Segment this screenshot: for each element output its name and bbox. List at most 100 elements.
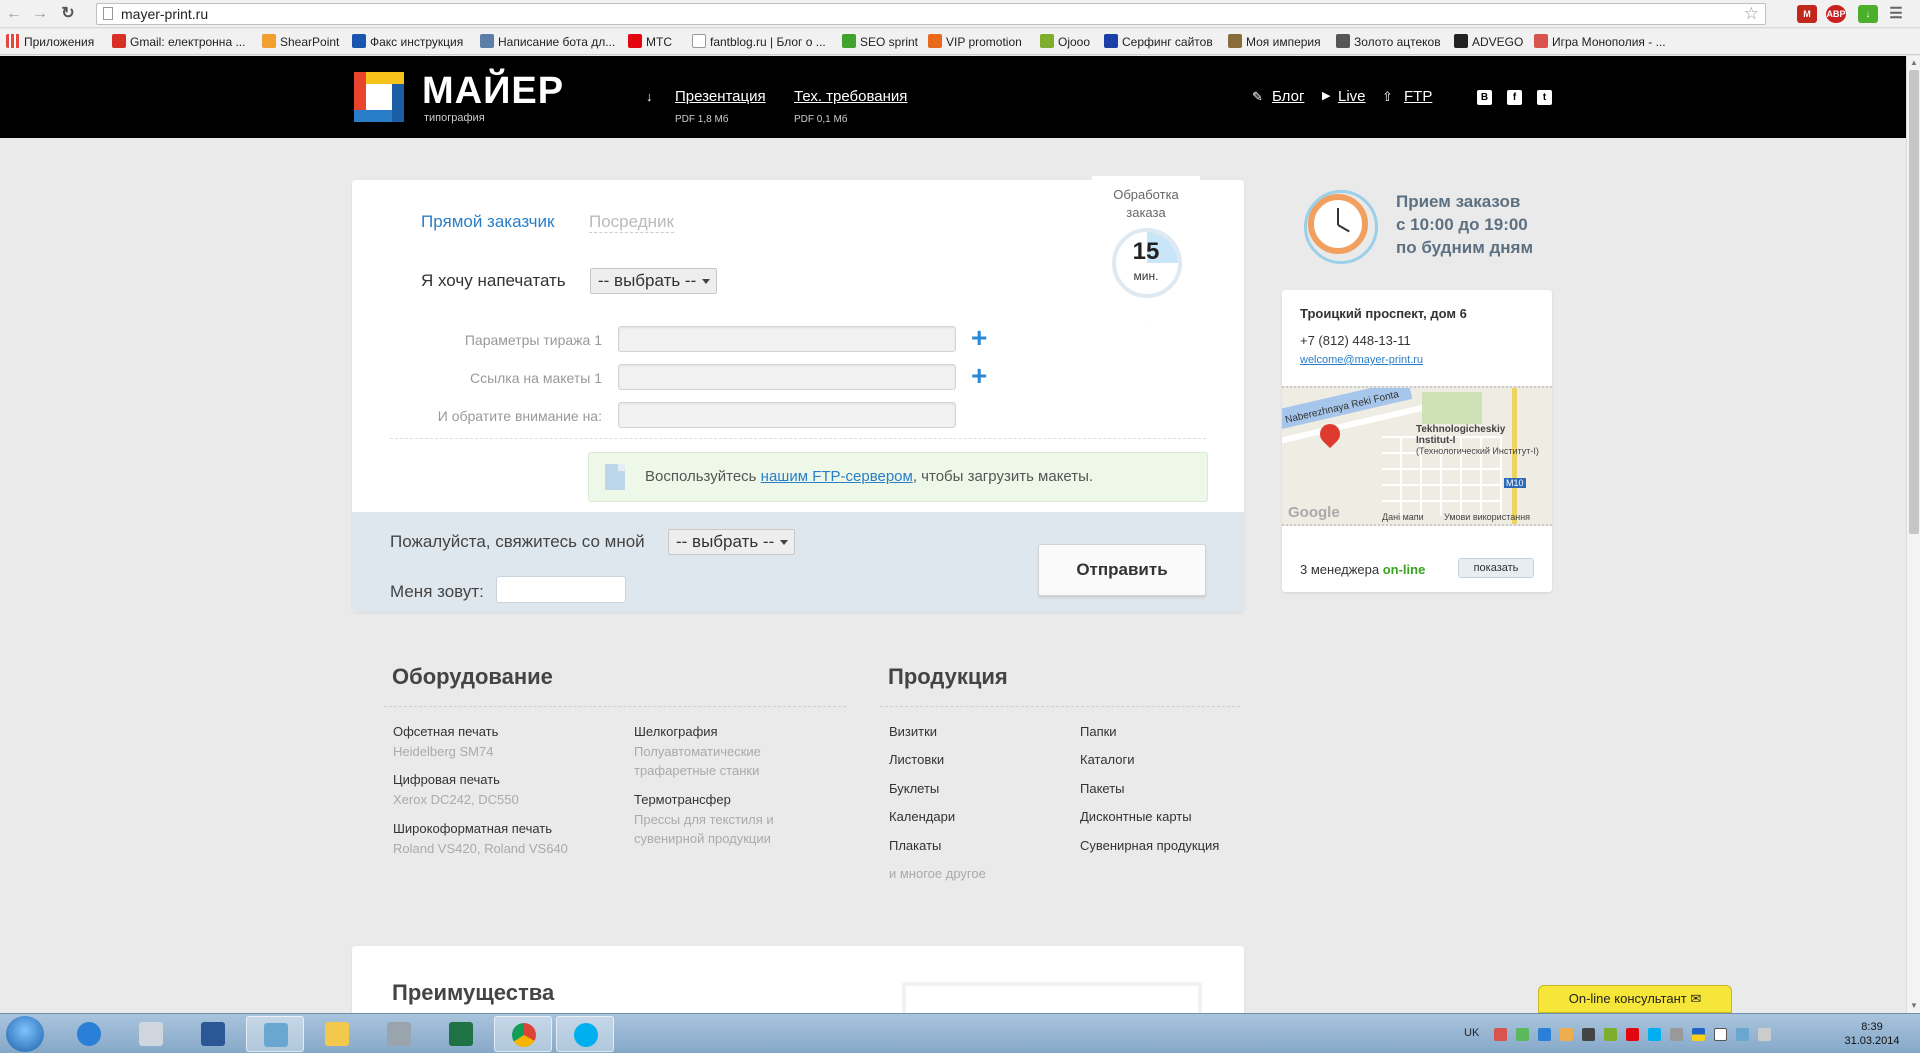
clock[interactable]: 8:39 31.03.2014 (1840, 1020, 1904, 1048)
notes-input[interactable] (618, 402, 956, 428)
bookmark-item[interactable]: Написание бота дл... (480, 33, 615, 51)
bookmark-star-icon[interactable]: ☆ (1744, 4, 1759, 24)
ftp-link[interactable]: FTP (1404, 88, 1432, 105)
print-type-select[interactable]: -- выбрать -- (590, 268, 718, 294)
volume-icon[interactable] (1758, 1028, 1771, 1041)
add-layout-link-icon[interactable]: + (971, 362, 991, 390)
bookmark-item[interactable]: Приложения (6, 33, 94, 51)
email-link[interactable]: welcome@mayer-print.ru (1300, 354, 1423, 366)
reload-icon[interactable]: ↻ (58, 4, 78, 24)
contact-method-select[interactable]: -- выбрать -- (668, 529, 796, 555)
online-consultant-button[interactable]: On-line консультант ✉ (1538, 985, 1732, 1013)
scroll-down-icon[interactable]: ▼ (1909, 1001, 1919, 1011)
taskbar-ie[interactable] (60, 1016, 118, 1052)
add-run-params-icon[interactable]: + (971, 324, 991, 352)
logo-icon[interactable] (354, 72, 404, 122)
download-extension-icon[interactable]: ↓ (1858, 5, 1878, 23)
tray-icon[interactable] (1604, 1028, 1617, 1041)
empire-icon (1228, 34, 1242, 48)
name-input[interactable] (496, 576, 626, 603)
location-map[interactable]: Naberezhnaya Reki Fonta Tekhnologicheski… (1282, 386, 1552, 526)
equipment-item[interactable]: Цифровая печать (393, 772, 500, 787)
tab-mediator[interactable]: Посредник (589, 212, 674, 233)
bookmark-item[interactable]: Gmail: електронна ... (112, 33, 245, 51)
action-center-icon[interactable] (1714, 1028, 1727, 1041)
tray-icon[interactable] (1516, 1028, 1529, 1041)
equipment-item[interactable]: Термотрансфер (634, 792, 731, 807)
map-data-link[interactable]: Дані мапи (1382, 512, 1424, 522)
tab-direct-customer[interactable]: Прямой заказчик (421, 212, 554, 232)
logo-text[interactable]: МАЙЕР (422, 70, 564, 113)
product-link[interactable]: Дисконтные карты (1080, 809, 1192, 824)
taskbar-explorer[interactable] (308, 1016, 366, 1052)
product-link[interactable]: Визитки (889, 724, 937, 739)
map-terms-link[interactable]: Умови використання (1444, 512, 1530, 522)
run-params-input[interactable] (618, 326, 956, 352)
vk-icon[interactable]: В (1477, 90, 1492, 105)
bookmark-item[interactable]: Серфинг сайтов (1104, 33, 1213, 51)
bookmark-item[interactable]: ShearPoint (262, 33, 339, 51)
bookmark-item[interactable]: Игра Монополия - ... (1534, 33, 1666, 51)
layout-link-input[interactable] (618, 364, 956, 390)
start-button[interactable] (6, 1016, 44, 1052)
back-icon[interactable]: ← (4, 4, 24, 24)
tray-icon[interactable] (1670, 1028, 1683, 1041)
taskbar-window[interactable] (246, 1016, 304, 1052)
product-link[interactable]: Папки (1080, 724, 1117, 739)
live-link[interactable]: Live (1338, 88, 1366, 105)
taskbar-printer[interactable] (370, 1016, 428, 1052)
bookmark-item[interactable]: Золото ацтеков (1336, 33, 1441, 51)
more-products[interactable]: и многое другое (889, 866, 986, 881)
tray-icon[interactable] (1494, 1028, 1507, 1041)
tray-icon[interactable] (1538, 1028, 1551, 1041)
tray-icon[interactable] (1626, 1028, 1639, 1041)
product-link[interactable]: Каталоги (1080, 752, 1135, 767)
address-bar[interactable]: mayer-print.ru ☆ (96, 3, 1766, 25)
bookmark-item[interactable]: Факс инструкция (352, 33, 463, 51)
bookmark-item[interactable]: Ojooo (1040, 33, 1090, 51)
network-icon[interactable] (1736, 1028, 1749, 1041)
facebook-icon[interactable]: f (1507, 90, 1522, 105)
taskbar-word[interactable] (184, 1016, 242, 1052)
ftp-server-link[interactable]: нашим FTP-сервером (761, 468, 913, 485)
bookmark-item[interactable]: fantblog.ru | Блог о ... (692, 33, 826, 51)
product-link[interactable]: Плакаты (889, 838, 941, 853)
page-scrollbar[interactable]: ▲ ▼ (1906, 56, 1920, 1013)
equipment-item[interactable]: Шелкография (634, 724, 718, 739)
tech-requirements-link[interactable]: Тех. требования (794, 88, 907, 105)
product-link[interactable]: Календари (889, 809, 955, 824)
taskbar-excel[interactable] (432, 1016, 490, 1052)
play-icon: ▶ (1322, 90, 1331, 102)
bookmark-item[interactable]: VIP promotion (928, 33, 1022, 51)
tray-icon[interactable] (1582, 1028, 1595, 1041)
equipment-item[interactable]: Офсетная печать (393, 724, 498, 739)
bookmark-item[interactable]: SEO sprint (842, 33, 918, 51)
adblock-extension-icon[interactable]: ABP (1826, 5, 1846, 23)
equipment-item[interactable]: Широкоформатная печать (393, 821, 552, 836)
bookmark-item[interactable]: МТС (628, 33, 672, 51)
blog-link[interactable]: Блог (1272, 88, 1304, 105)
gmail-extension-icon[interactable]: M (1797, 5, 1817, 23)
menu-icon[interactable]: ☰ (1886, 5, 1906, 23)
flag-icon[interactable] (1692, 1028, 1705, 1041)
product-link[interactable]: Буклеты (889, 781, 939, 796)
taskbar-calculator[interactable] (122, 1016, 180, 1052)
scroll-up-icon[interactable]: ▲ (1909, 58, 1919, 68)
taskbar-skype[interactable] (556, 1016, 614, 1052)
presentation-link[interactable]: Презентация (675, 88, 766, 105)
product-link[interactable]: Листовки (889, 752, 944, 767)
bookmark-item[interactable]: Моя империя (1228, 33, 1321, 51)
forward-icon[interactable]: → (30, 4, 50, 24)
send-button[interactable]: Отправить (1038, 544, 1206, 596)
tray-icon[interactable] (1648, 1028, 1661, 1041)
twitter-icon[interactable]: t (1537, 90, 1552, 105)
bookmark-item[interactable]: ADVEGO (1454, 33, 1523, 51)
site-header: МАЙЕР типография ↓ Презентация PDF 1,8 М… (0, 56, 1906, 138)
show-managers-button[interactable]: показать (1458, 558, 1534, 578)
taskbar-chrome[interactable] (494, 1016, 552, 1052)
product-link[interactable]: Пакеты (1080, 781, 1125, 796)
product-link[interactable]: Сувенирная продукция (1080, 838, 1219, 853)
tray-icon[interactable] (1560, 1028, 1573, 1041)
scroll-thumb[interactable] (1909, 70, 1919, 534)
keyboard-language[interactable]: UK (1464, 1027, 1479, 1039)
